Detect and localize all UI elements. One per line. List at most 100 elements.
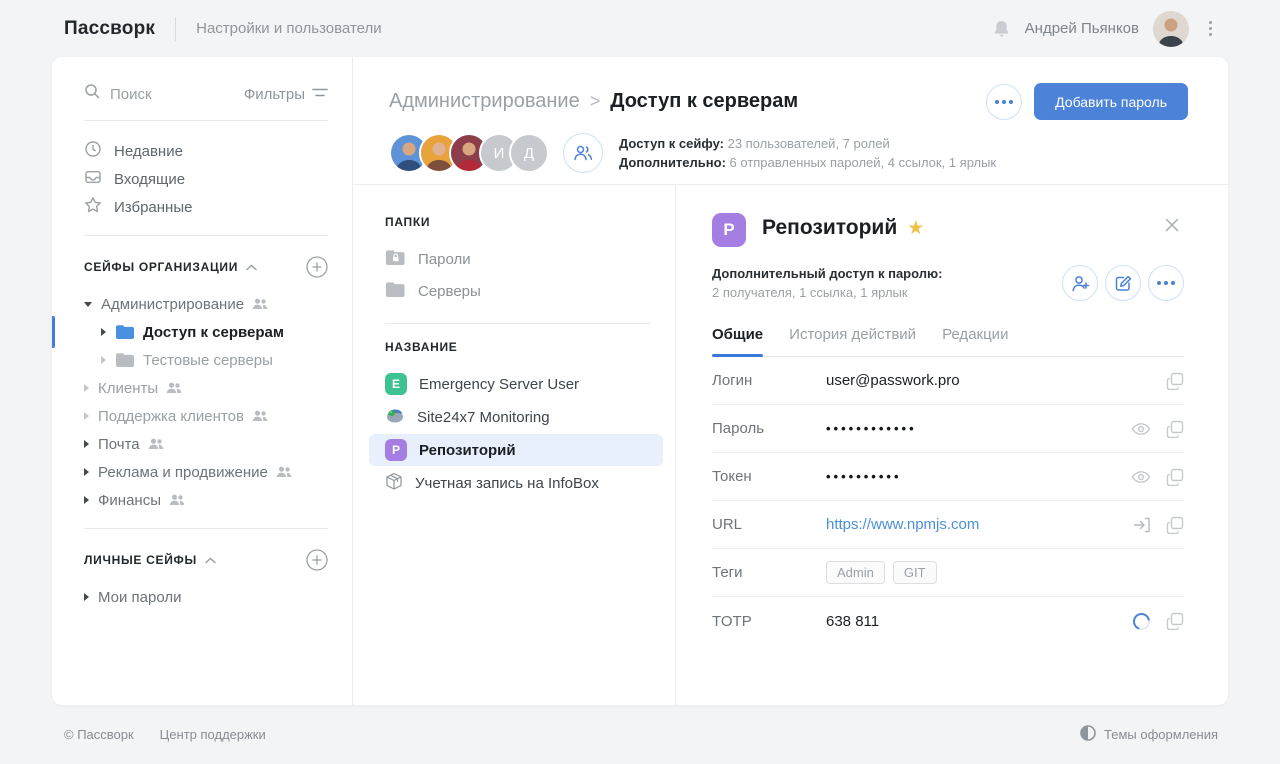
vault-label: Администрирование	[101, 296, 244, 313]
record-emergency-server-user[interactable]: E Emergency Server User	[369, 368, 663, 400]
search-input[interactable]	[110, 86, 220, 103]
folder-gray-icon	[115, 352, 135, 368]
vault-summary: Доступ к сейфу: 23 пользователей, 7 роле…	[619, 134, 996, 172]
personal-vaults-title: ЛИЧНЫЕ СЕЙФЫ	[84, 553, 197, 567]
add-password-button[interactable]: Добавить пароль	[1034, 83, 1188, 120]
ellipsis-icon	[995, 100, 1013, 104]
copy-icon[interactable]	[1166, 420, 1184, 438]
footer-copyright: © Пассворк	[64, 727, 134, 742]
quick-filters: Недавние Входящие Избранные	[84, 137, 328, 221]
copy-icon[interactable]	[1166, 372, 1184, 390]
favorite-star-icon[interactable]: ★	[907, 217, 924, 240]
tag-chip[interactable]: Admin	[826, 561, 885, 584]
vault-administration[interactable]: Администрирование	[52, 290, 352, 318]
user-name[interactable]: Андрей Пьянков	[1025, 20, 1139, 37]
record-more-button[interactable]	[1148, 265, 1184, 301]
record-title: Репозиторий	[762, 216, 897, 240]
folder-label: Доступ к серверам	[143, 324, 284, 341]
inbox-icon	[84, 168, 102, 190]
theme-switcher[interactable]: Темы оформления	[1080, 725, 1218, 744]
folder-label: Серверы	[418, 283, 481, 300]
sidebar-item-recent[interactable]: Недавние	[84, 137, 328, 165]
field-login: Логин user@passwork.pro	[712, 357, 1184, 405]
vault-clients[interactable]: Клиенты	[52, 374, 352, 402]
expand-triangle-icon[interactable]	[84, 384, 89, 392]
folder-gray-icon	[385, 281, 406, 302]
chevron-up-icon[interactable]	[246, 258, 257, 276]
field-label: Токен	[712, 468, 826, 485]
field-tags: Теги Admin GIT	[712, 549, 1184, 597]
tab-revisions[interactable]: Редакции	[942, 326, 1008, 356]
sidebar-item-inbox[interactable]: Входящие	[84, 165, 328, 193]
folder-test-servers[interactable]: Тестовые серверы	[52, 346, 352, 374]
record-site24x7-monitoring[interactable]: Site24x7 Monitoring	[369, 401, 663, 433]
breadcrumb-parent[interactable]: Администрирование	[389, 90, 580, 113]
expand-triangle-icon[interactable]	[84, 593, 89, 601]
share-user-button[interactable]	[1062, 265, 1098, 301]
folder-servers[interactable]: Серверы	[353, 275, 675, 307]
expand-triangle-icon[interactable]	[101, 356, 106, 364]
vault-mail[interactable]: Почта	[52, 430, 352, 458]
expand-triangle-icon[interactable]	[84, 302, 92, 307]
copy-icon[interactable]	[1166, 468, 1184, 486]
more-menu-icon[interactable]	[1203, 17, 1218, 40]
sidebar-item-favorites[interactable]: Избранные	[84, 193, 328, 221]
item-label: Избранные	[114, 199, 192, 216]
eye-icon[interactable]	[1131, 469, 1151, 485]
tag-chip[interactable]: GIT	[893, 561, 937, 584]
shared-users-icon	[169, 494, 185, 506]
copy-icon[interactable]	[1166, 516, 1184, 534]
bell-icon[interactable]	[992, 19, 1011, 39]
field-label: TOTP	[712, 613, 826, 630]
user-avatar[interactable]	[1153, 11, 1189, 47]
topbar-divider	[175, 17, 176, 41]
shared-users-icon	[148, 438, 164, 450]
topbar: Пассворк Настройки и пользователи Андрей…	[0, 0, 1280, 57]
vault-advertising[interactable]: Реклама и продвижение	[52, 458, 352, 486]
tab-history[interactable]: История действий	[789, 326, 916, 356]
vault-label: Реклама и продвижение	[98, 464, 268, 481]
expand-triangle-icon[interactable]	[84, 440, 89, 448]
folder-server-access-selected[interactable]: Доступ к серверам	[52, 318, 352, 346]
add-vault-button[interactable]	[306, 256, 328, 278]
copy-icon[interactable]	[1166, 612, 1184, 630]
vault-label: Поддержка клиентов	[98, 408, 244, 425]
filters-button[interactable]: Фильтры	[244, 86, 328, 103]
record-repository-selected[interactable]: P Репозиторий	[369, 434, 663, 466]
filters-label: Фильтры	[244, 86, 305, 103]
folder-label: Пароли	[418, 251, 471, 268]
expand-triangle-icon[interactable]	[84, 496, 89, 504]
vault-client-support[interactable]: Поддержка клиентов	[52, 402, 352, 430]
additional-access-block: Дополнительный доступ к паролю: 2 получа…	[712, 264, 942, 302]
expand-triangle-icon[interactable]	[84, 412, 89, 420]
edit-button[interactable]	[1105, 265, 1141, 301]
add-personal-vault-button[interactable]	[306, 549, 328, 571]
vault-label: Почта	[98, 436, 140, 453]
ellipsis-icon	[1157, 281, 1175, 285]
vault-more-button[interactable]	[986, 84, 1022, 120]
support-center-link[interactable]: Центр поддержки	[160, 727, 266, 742]
tab-general[interactable]: Общие	[712, 326, 763, 356]
sidebar: Фильтры Недавние Входящи	[52, 57, 353, 705]
footer: © Пассворк Центр поддержки Темы оформлен…	[0, 705, 1280, 764]
open-link-icon[interactable]	[1133, 516, 1151, 534]
manage-users-button[interactable]	[563, 133, 603, 173]
theme-icon	[1080, 725, 1096, 744]
folder-passwords[interactable]: Пароли	[353, 243, 675, 275]
field-totp: TOTP 638 811	[712, 597, 1184, 645]
field-url: URL https://www.npmjs.com	[712, 501, 1184, 549]
record-badge-large: P	[712, 213, 746, 247]
vault-my-passwords[interactable]: Мои пароли	[52, 583, 352, 611]
close-icon[interactable]	[1160, 213, 1184, 242]
vault-members-avatars[interactable]: И Д	[389, 133, 549, 173]
eye-icon[interactable]	[1131, 421, 1151, 437]
access-value: 23 пользователей, 7 ролей	[728, 136, 890, 151]
expand-triangle-icon[interactable]	[84, 468, 89, 476]
nav-settings-users[interactable]: Настройки и пользователи	[196, 20, 382, 37]
expand-triangle-icon[interactable]	[101, 328, 106, 336]
url-link[interactable]: https://www.npmjs.com	[826, 516, 1133, 533]
vault-finance[interactable]: Финансы	[52, 486, 352, 514]
record-infobox-account[interactable]: Учетная запись на InfoBox	[369, 467, 663, 499]
chevron-up-icon[interactable]	[205, 551, 216, 569]
app-logo[interactable]: Пассворк	[64, 18, 155, 40]
